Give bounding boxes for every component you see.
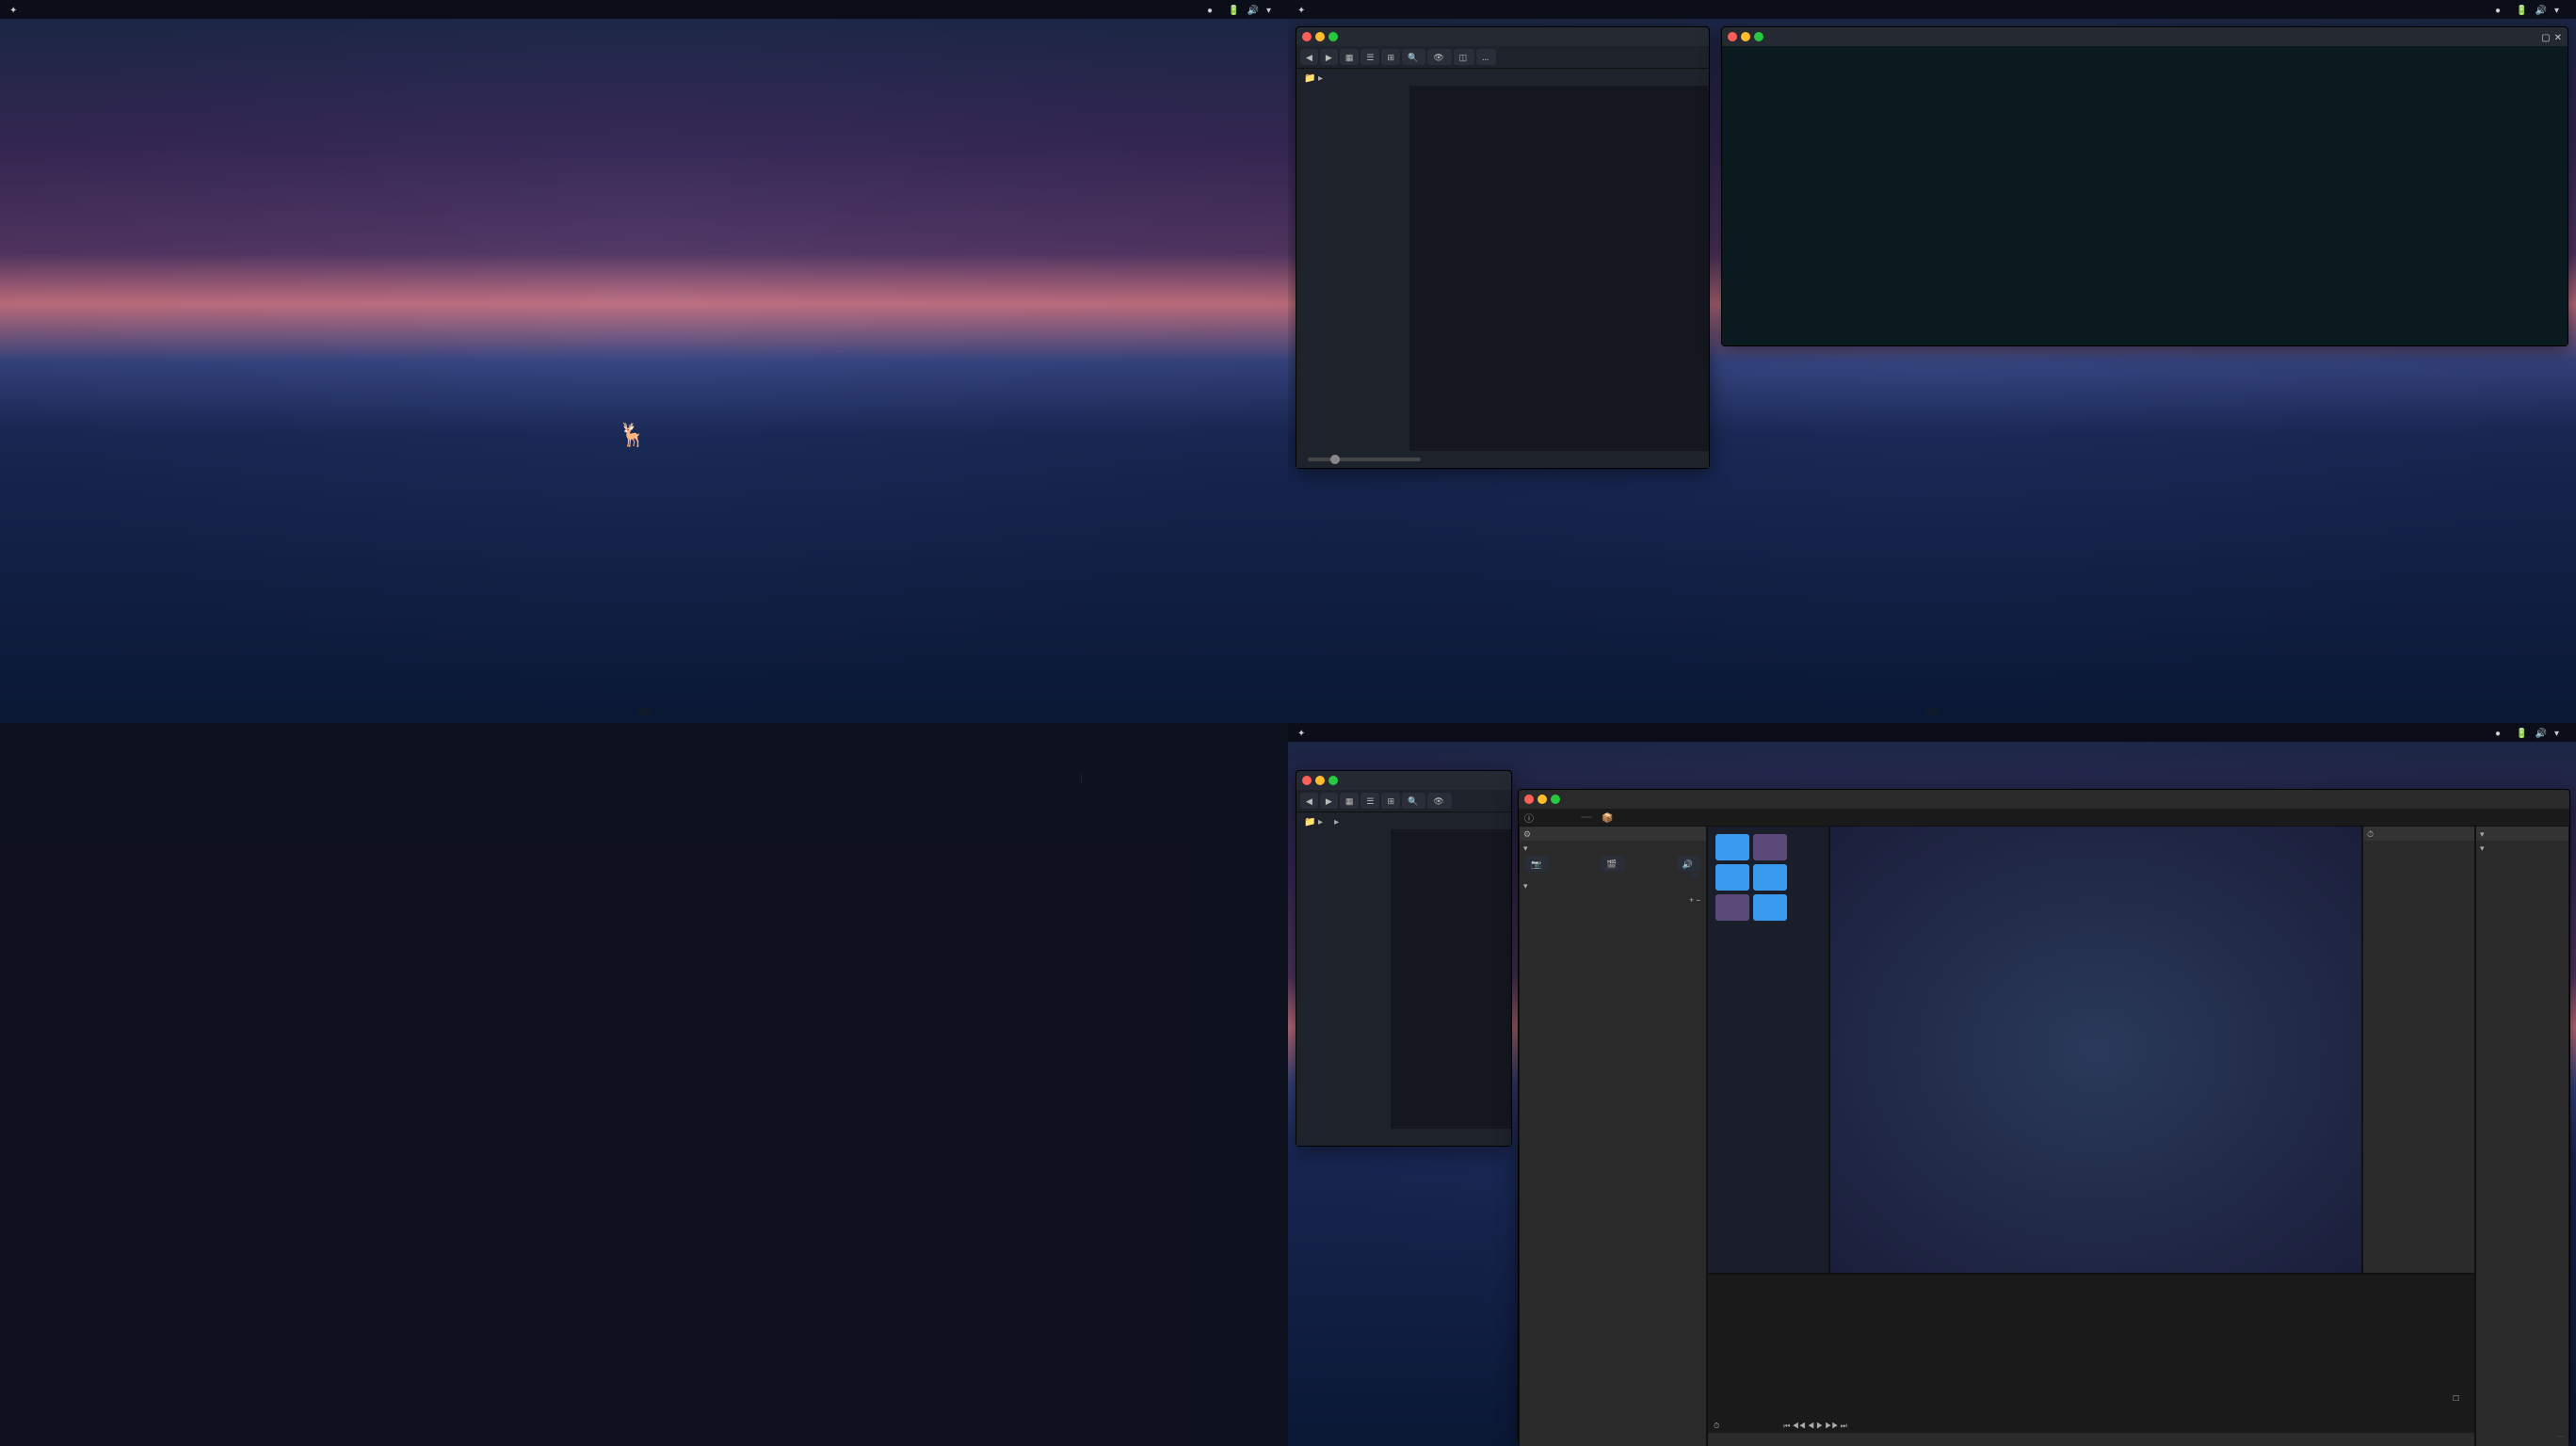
maximize-icon[interactable] bbox=[1328, 32, 1338, 41]
app-menu-icon[interactable]: ✦ bbox=[9, 3, 17, 16]
strip-properties: ▾ ▾ bbox=[2475, 826, 2569, 1446]
breadcrumb[interactable]: 📁 ▸ bbox=[1296, 69, 1709, 86]
quadrant-launcher bbox=[0, 723, 1288, 1446]
preview-panel[interactable] bbox=[1829, 826, 2362, 1274]
view-list[interactable]: ☰ bbox=[1360, 49, 1379, 65]
blender-menubar[interactable]: ⓘ 📦 bbox=[1519, 809, 2569, 826]
close-icon[interactable] bbox=[1728, 32, 1737, 41]
close-icon[interactable] bbox=[1302, 776, 1312, 785]
find-button[interactable]: 🔍 bbox=[1402, 49, 1425, 65]
quadrant-files-term: ✦ ● 🔋🔊▾ ◀ ▶ ▦ ☰ ⊞ 🔍 👁 ◫ … 📁 ▸ bbox=[1288, 0, 2576, 723]
close-icon[interactable] bbox=[1302, 32, 1312, 41]
quadrant-blender: ✦ ● 🔋🔊▾ ◀▶ ▦☰⊞ 🔍 👁 📁 ▸ ▸ bbox=[1288, 723, 2576, 1446]
dolphin-toolbar: ◀ ▶ ▦ ☰ ⊞ 🔍 👁 ◫ … bbox=[1296, 46, 1709, 69]
forward-button[interactable]: ▶ bbox=[1320, 49, 1338, 65]
view-tree[interactable]: ⊞ bbox=[1381, 49, 1400, 65]
wallpaper bbox=[0, 0, 1288, 723]
terminal[interactable] bbox=[1722, 46, 2568, 345]
properties-panel: ⚙ ▾ 📷 🎬 🔊 ▾ + – bbox=[1519, 826, 1707, 1446]
konsole-window: ▢ ✕ bbox=[1721, 26, 2568, 346]
dock[interactable] bbox=[1924, 708, 1940, 715]
places-sidebar bbox=[1296, 86, 1409, 466]
maximize-icon[interactable] bbox=[1754, 32, 1763, 41]
maximize-icon[interactable] bbox=[1328, 776, 1338, 785]
top-panel[interactable]: ✦ ● 🔋🔊▾ bbox=[1288, 723, 2576, 742]
minimize-icon[interactable] bbox=[1741, 32, 1750, 41]
control-button[interactable]: … bbox=[1476, 49, 1496, 65]
file-browser-panel[interactable] bbox=[1707, 826, 1829, 1274]
minimize-icon[interactable] bbox=[1538, 795, 1547, 804]
launcher-tabs[interactable] bbox=[38, 732, 1250, 750]
top-panel[interactable]: ✦ ● 🔋🔊▾ bbox=[0, 0, 1288, 19]
dolphin-window: ◀ ▶ ▦ ☰ ⊞ 🔍 👁 ◫ … 📁 ▸ bbox=[1296, 26, 1710, 469]
maximize-icon[interactable] bbox=[1551, 795, 1560, 804]
close-icon[interactable]: ✕ bbox=[2554, 30, 2562, 43]
minimize-icon[interactable] bbox=[1315, 32, 1325, 41]
top-panel[interactable]: ✦ ● 🔋🔊▾ bbox=[1288, 0, 2576, 19]
minimize-icon[interactable] bbox=[1315, 776, 1325, 785]
quadrant-desktop: ✦ ● 🔋🔊▾ bbox=[0, 0, 1288, 723]
view-icons[interactable]: ▦ bbox=[1340, 49, 1360, 65]
zoom-slider[interactable] bbox=[1308, 458, 1421, 461]
dolphin-screenshots-window: ◀▶ ▦☰⊞ 🔍 👁 📁 ▸ ▸ bbox=[1296, 770, 1512, 1147]
split-button[interactable]: ◫ bbox=[1454, 49, 1475, 65]
dopesheet-panel[interactable]: ⏱ bbox=[2362, 826, 2475, 1274]
maximize-icon[interactable]: ▢ bbox=[2541, 30, 2550, 43]
dock[interactable] bbox=[636, 708, 652, 715]
status-bar bbox=[1296, 451, 1709, 468]
file-grid[interactable] bbox=[1409, 86, 1709, 466]
back-button[interactable]: ◀ bbox=[1300, 49, 1318, 65]
categories-list bbox=[1081, 773, 1250, 784]
close-icon[interactable] bbox=[1524, 795, 1534, 804]
launcher-overlay[interactable] bbox=[0, 723, 1288, 1446]
blender-window: ⓘ 📦 ⚙ ▾ 📷 🎬 🔊 ▾ + – bbox=[1518, 789, 2570, 1444]
sequencer[interactable]: ☐ ⏱ ⏮ ◀◀ ◀ ▶ ▶▶ ⏭ bbox=[1707, 1274, 2475, 1446]
preview-button[interactable]: 👁 bbox=[1427, 49, 1451, 65]
